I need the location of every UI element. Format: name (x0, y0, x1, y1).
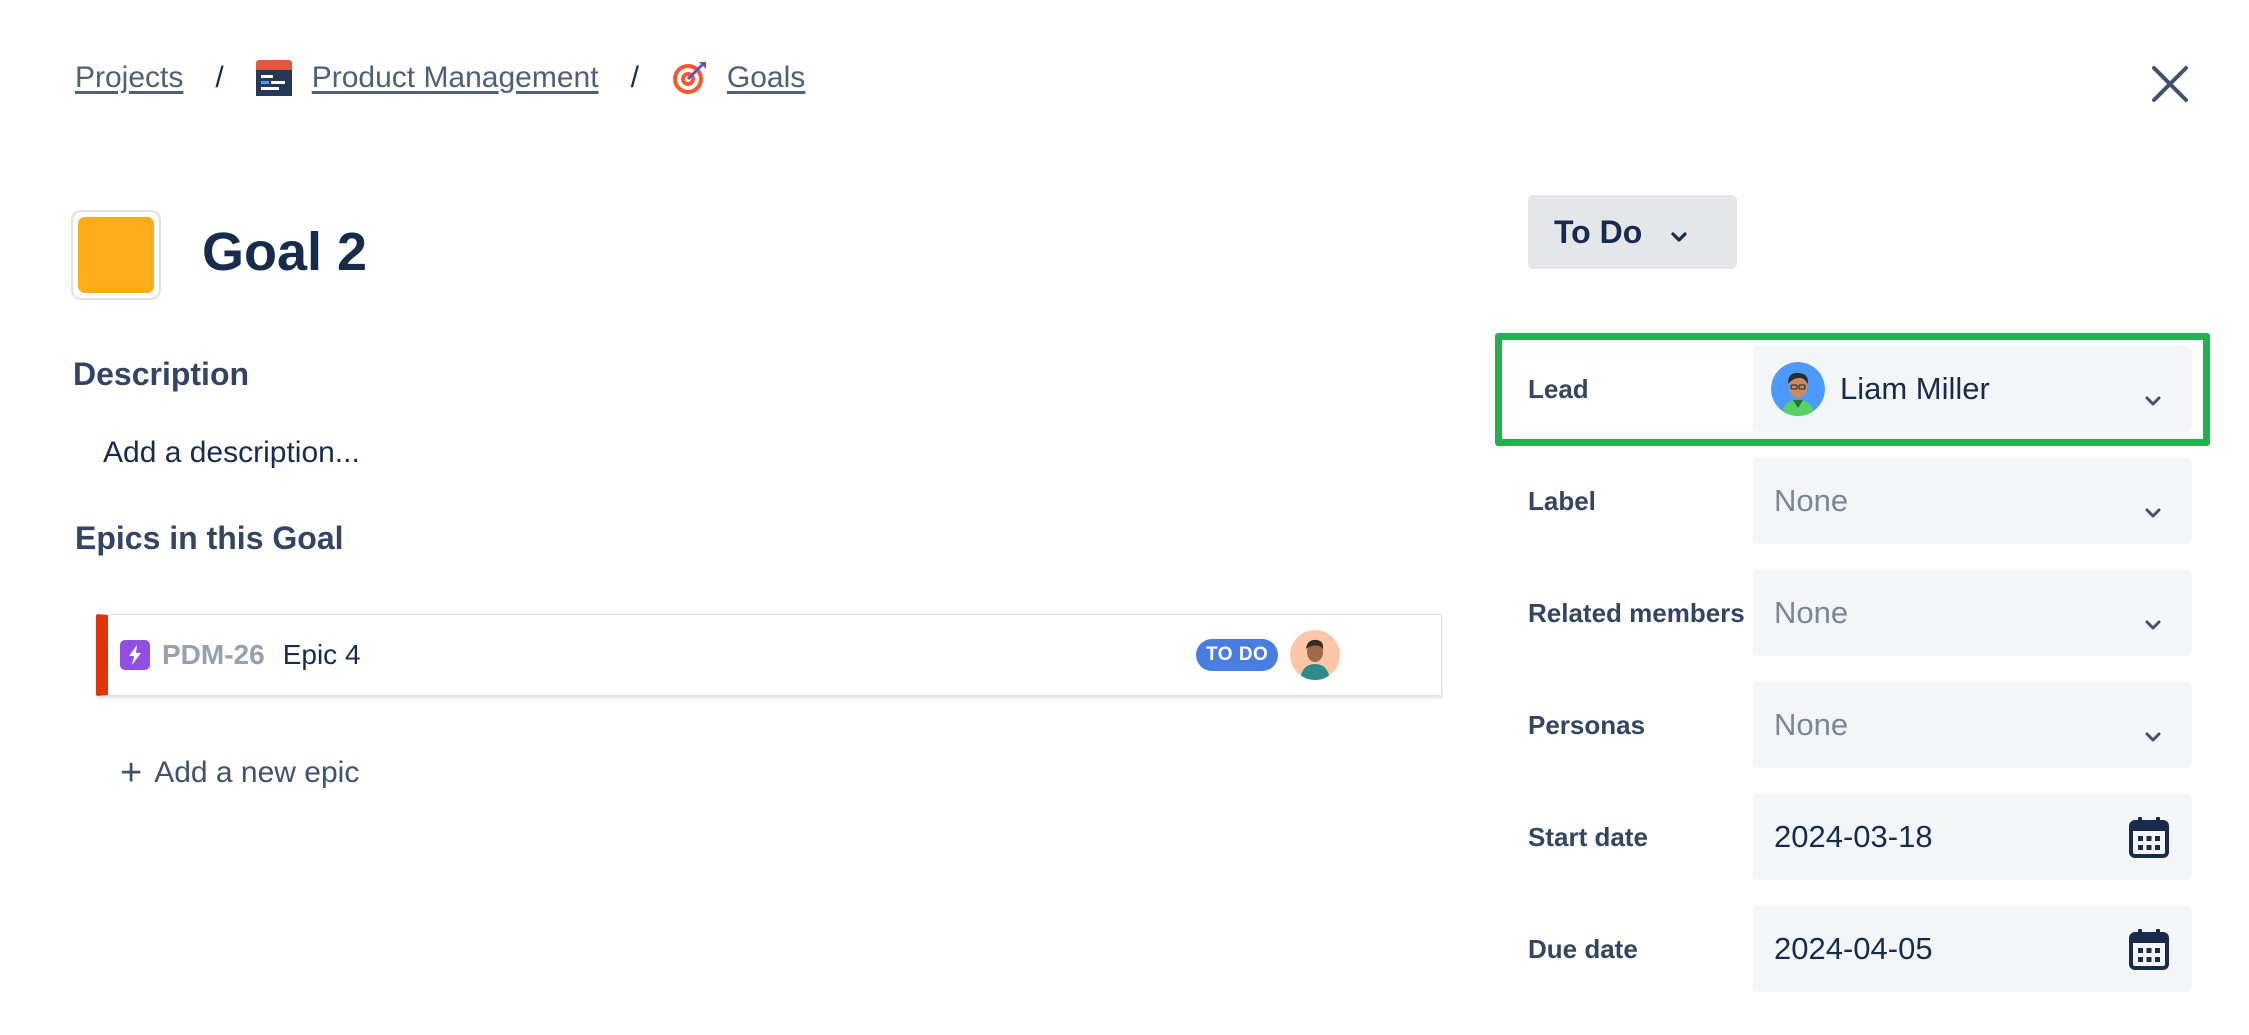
personas-value: None (1774, 707, 1849, 742)
avatar (1771, 362, 1825, 416)
lead-value: Liam Miller (1840, 371, 1990, 406)
epic-name: Epic 4 (282, 639, 361, 670)
breadcrumb: Projects / Product Management / Goals (75, 56, 805, 100)
start-date-label: Start date (1528, 821, 1648, 852)
lightning-icon (120, 640, 150, 670)
page-title[interactable]: Goal 2 (202, 220, 367, 284)
related-members-label: Related members (1528, 597, 1745, 628)
breadcrumb-project-link[interactable]: Product Management (312, 61, 599, 95)
label-value: None (1774, 483, 1849, 518)
related-members-field: Related members None (1528, 570, 2192, 656)
chevron-down-icon (2144, 715, 2162, 751)
status-badge: TO DO (1196, 639, 1279, 671)
lead-select[interactable]: Liam Miller (1753, 346, 2192, 432)
due-date-label: Due date (1528, 933, 1638, 964)
due-date-value: 2024-04-05 (1774, 931, 1933, 966)
personas-field: Personas None (1528, 682, 2192, 768)
status-label: To Do (1554, 213, 1643, 250)
label-select[interactable]: None (1753, 458, 2192, 544)
close-icon (2152, 66, 2188, 102)
calendar-icon[interactable] (2128, 815, 2170, 867)
label-field: Label None (1528, 458, 2192, 544)
breadcrumb-projects-link[interactable]: Projects (75, 61, 183, 95)
epic-key[interactable]: PDM-26 (162, 639, 265, 671)
close-button[interactable] (2148, 62, 2192, 106)
project-board-icon (255, 60, 292, 96)
start-date-value: 2024-03-18 (1774, 819, 1933, 854)
chevron-down-icon (1670, 214, 1688, 251)
breadcrumb-separator: / (215, 61, 224, 94)
related-members-select[interactable]: None (1753, 570, 2192, 656)
lead-label: Lead (1528, 373, 1589, 404)
goal-color-swatch (78, 217, 154, 293)
avatar[interactable] (1290, 630, 1340, 680)
target-icon (671, 60, 707, 96)
calendar-icon[interactable] (2128, 927, 2170, 979)
chevron-down-icon (2144, 491, 2162, 527)
chevron-down-icon (2144, 603, 2162, 639)
due-date-field: Due date 2024-04-05 (1528, 906, 2192, 992)
epics-heading: Epics in this Goal (75, 520, 344, 556)
epic-row[interactable]: PDM-26 Epic 4 TO DO (96, 614, 1442, 696)
description-input[interactable]: Add a description... (103, 436, 360, 470)
lead-field: Lead Liam Miller (1528, 346, 2192, 432)
breadcrumb-goals-link[interactable]: Goals (727, 61, 805, 95)
description-heading: Description (73, 356, 250, 392)
personas-label: Personas (1528, 709, 1646, 740)
due-date-input[interactable]: 2024-04-05 (1753, 906, 2192, 992)
label-label: Label (1528, 485, 1596, 516)
start-date-field: Start date 2024-03-18 (1528, 794, 2192, 880)
chevron-down-icon (2144, 379, 2162, 415)
goal-color-button[interactable] (71, 210, 161, 300)
related-members-value: None (1774, 595, 1849, 630)
start-date-input[interactable]: 2024-03-18 (1753, 794, 2192, 880)
plus-icon: + (120, 752, 143, 794)
status-dropdown[interactable]: To Do (1528, 195, 1737, 269)
personas-select[interactable]: None (1753, 682, 2192, 768)
add-epic-button[interactable]: + Add a new epic (120, 752, 360, 794)
add-epic-label: Add a new epic (154, 756, 360, 789)
breadcrumb-separator: / (630, 61, 639, 94)
